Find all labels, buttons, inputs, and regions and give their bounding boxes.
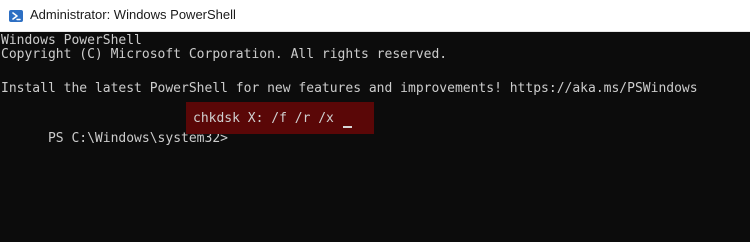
terminal-output[interactable]: Windows PowerShell Copyright (C) Microso… [0,32,750,242]
title-bar[interactable]: Administrator: Windows PowerShell [0,0,750,32]
text-cursor [343,126,352,128]
command-input[interactable]: chkdsk X: /f /r /x [193,110,334,128]
window-title: Administrator: Windows PowerShell [30,7,236,22]
copyright-line: Copyright (C) Microsoft Corporation. All… [1,47,448,62]
powershell-icon [9,10,23,22]
powershell-window: Administrator: Windows PowerShell Window… [0,0,750,242]
install-line: Install the latest PowerShell for new fe… [1,81,698,96]
